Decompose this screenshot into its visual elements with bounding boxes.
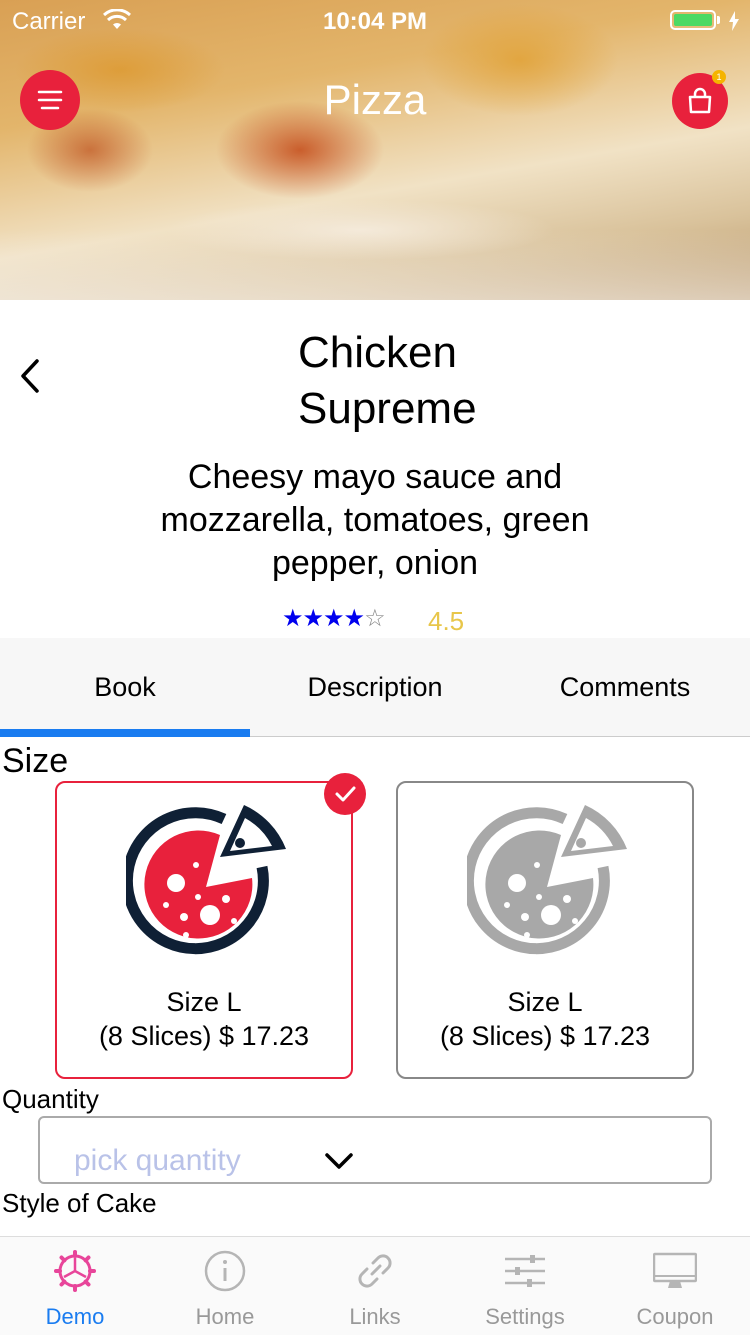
star-filled-icon[interactable]: ★ xyxy=(323,605,344,632)
quantity-placeholder: pick quantity xyxy=(74,1144,241,1177)
tab-description[interactable]: Description xyxy=(250,638,500,736)
page-title: Pizza xyxy=(323,76,427,123)
nav-links[interactable]: Links xyxy=(300,1237,450,1335)
nav-coupon[interactable]: Coupon xyxy=(600,1237,750,1335)
cart-badge: 1 xyxy=(712,70,726,84)
nav-home[interactable]: Home xyxy=(150,1237,300,1335)
quantity-label: Quantity xyxy=(2,1084,99,1114)
nav-label: Demo xyxy=(45,1304,105,1329)
pizza-icon xyxy=(126,805,286,955)
nav-settings[interactable]: Settings xyxy=(450,1237,600,1335)
tab-comments[interactable]: Comments xyxy=(500,638,750,736)
monitor-icon xyxy=(653,1252,697,1288)
size-option-1[interactable]: Size L (8 Slices) $ 17.23 xyxy=(55,781,353,1079)
clock: 10:04 PM xyxy=(322,8,428,35)
tab-bar: Book Description Comments xyxy=(0,638,750,737)
selected-check-icon xyxy=(324,773,366,815)
size-name: Size L xyxy=(166,987,242,1017)
star-filled-icon[interactable]: ★ xyxy=(344,605,365,632)
nav-label: Links xyxy=(349,1304,401,1329)
battery-tip xyxy=(717,16,720,24)
size-option-2[interactable]: Size L (8 Slices) $ 17.23 xyxy=(396,781,694,1079)
chevron-down-icon xyxy=(325,1153,353,1169)
status-bar: Carrier 10:04 PM xyxy=(0,0,750,40)
size-option-label: Size L (8 Slices) $ 17.23 xyxy=(57,985,351,1053)
tab-book[interactable]: Book xyxy=(0,638,250,736)
pizza-icon xyxy=(467,805,627,955)
link-icon xyxy=(358,1254,392,1288)
nav-label: Settings xyxy=(485,1304,565,1329)
bottom-nav: Demo Home Links Settings Coupon xyxy=(0,1236,750,1335)
size-name: Size L xyxy=(507,987,583,1017)
star-empty-icon[interactable]: ☆ xyxy=(364,605,385,632)
sliders-icon xyxy=(505,1255,545,1287)
nav-label: Home xyxy=(195,1304,255,1329)
product-title: Chicken Supreme xyxy=(298,328,477,433)
hero-image xyxy=(0,0,750,300)
star-filled-icon[interactable]: ★ xyxy=(303,605,324,632)
size-option-label: Size L (8 Slices) $ 17.23 xyxy=(398,985,692,1053)
nav-demo[interactable]: Demo xyxy=(0,1237,150,1335)
product-description: Cheesy mayo sauce and mozzarella, tomato… xyxy=(160,458,590,582)
size-price: (8 Slices) $ 17.23 xyxy=(439,1021,651,1051)
back-button[interactable] xyxy=(18,358,42,399)
star-rating[interactable]: ★★★★☆ xyxy=(282,604,386,633)
info-icon xyxy=(204,1250,246,1292)
tab-indicator xyxy=(0,729,250,737)
size-label: Size xyxy=(2,742,69,780)
rating-value: 4.5 xyxy=(428,606,465,636)
gear-icon xyxy=(54,1250,96,1292)
size-price: (8 Slices) $ 17.23 xyxy=(98,1021,310,1051)
star-filled-icon[interactable]: ★ xyxy=(282,605,303,632)
charging-icon xyxy=(728,10,740,38)
battery-icon xyxy=(670,10,716,30)
nav-label: Coupon xyxy=(636,1304,714,1329)
quantity-select[interactable]: pick quantity xyxy=(38,1116,712,1184)
chevron-left-icon xyxy=(21,359,39,393)
style-of-cake-label: Style of Cake xyxy=(2,1188,157,1218)
